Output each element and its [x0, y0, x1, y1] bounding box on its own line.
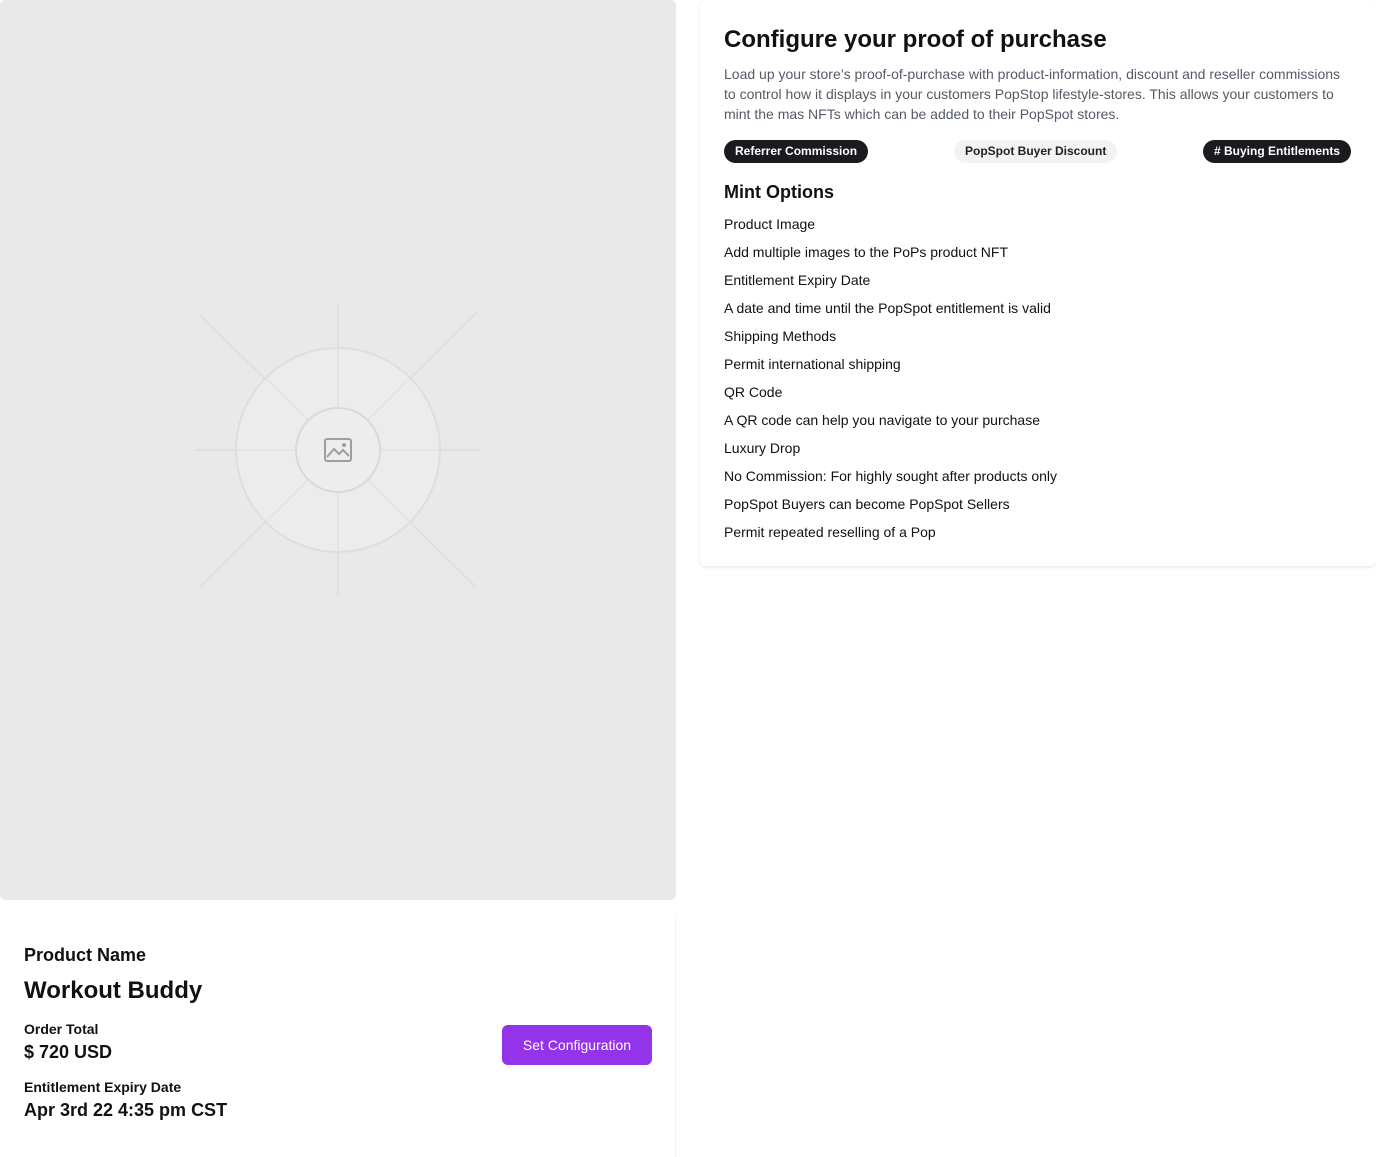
page: Product Name Workout Buddy Order Total $…: [0, 0, 1376, 1157]
mint-options-title: Mint Options: [724, 182, 834, 202]
mint-option-item: A QR code can help you navigate to your …: [724, 412, 1040, 428]
mint-option-item: Entitlement Expiry Date: [724, 272, 871, 288]
mint-option-item: Permit international shipping: [724, 356, 901, 372]
mint-option-item: A date and time until the PopSpot entitl…: [724, 300, 1051, 316]
mint-option-item: QR Code: [724, 384, 783, 400]
expiry-value: Apr 3rd 22 4:35 pm CST: [24, 1100, 228, 1120]
image-icon: [324, 438, 352, 462]
tag-buyer-discount[interactable]: PopSpot Buyer Discount: [954, 140, 1118, 163]
set-configuration-button[interactable]: Set Configuration: [502, 1025, 652, 1065]
tag-row: Referrer Commission PopSpot Buyer Discou…: [724, 140, 1352, 164]
expiry-label: Entitlement Expiry Date: [24, 1079, 182, 1095]
tag-referrer-commission[interactable]: Referrer Commission: [724, 140, 869, 163]
mint-option-item: Shipping Methods: [724, 328, 837, 344]
product-name-label: Product Name: [24, 945, 147, 965]
expiry-group: Entitlement Expiry Date Apr 3rd 22 4:35 …: [24, 1078, 651, 1122]
mint-option-item: Product Image: [724, 216, 816, 232]
mint-option-item: Permit repeated reselling of a Pop: [724, 524, 936, 540]
mint-option-item: Add multiple images to the PoPs product …: [724, 244, 1009, 260]
page-title: Configure your proof of purchase: [724, 26, 1107, 53]
product-image-placeholder: [0, 0, 676, 900]
config-description: Load up your store’s proof-of-purchase w…: [724, 66, 1341, 122]
product-name: Workout Buddy: [24, 977, 203, 1004]
product-summary-card: Product Name Workout Buddy Order Total $…: [0, 918, 676, 1157]
configuration-card: Configure your proof of purchase Load up…: [700, 0, 1376, 566]
mint-option-item: No Commission: For highly sought after p…: [724, 468, 1058, 484]
mint-option-item: Luxury Drop: [724, 440, 801, 456]
mint-options-list: Product Image Add multiple images to the…: [724, 210, 1352, 546]
tag-buying-entitlements[interactable]: # Buying Entitlements: [1203, 140, 1352, 163]
mint-option-item: PopSpot Buyers can become PopSpot Seller…: [724, 496, 1010, 512]
